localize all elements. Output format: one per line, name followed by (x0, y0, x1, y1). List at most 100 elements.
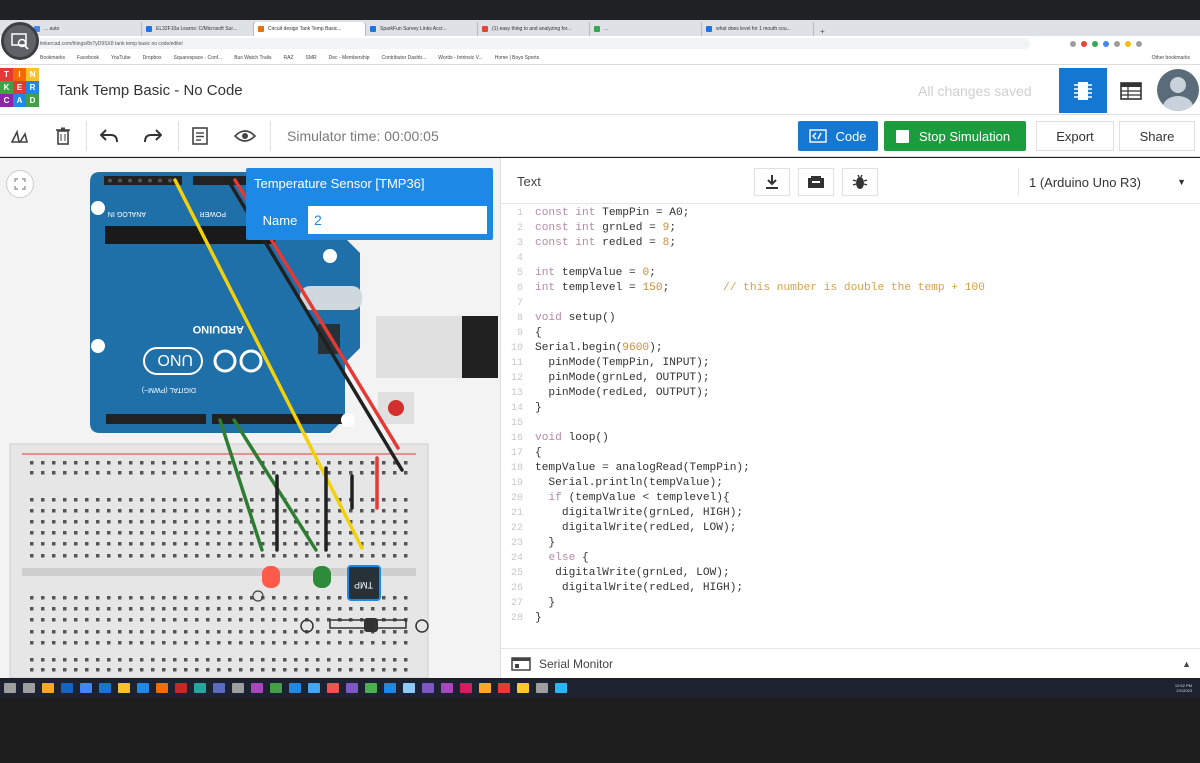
code-line[interactable]: 28} (501, 611, 1200, 626)
browser-tab[interactable]: (1) easy thing to and analyzing for... (478, 22, 590, 36)
bookmark-item[interactable]: SMR (306, 55, 317, 61)
debugger-bug-icon[interactable] (842, 168, 878, 196)
code-line[interactable]: 19 Serial.println(tempValue); (501, 476, 1200, 491)
code-line[interactable]: 4 (501, 251, 1200, 266)
taskbar-app-icon[interactable] (289, 683, 301, 693)
taskbar-app-icon[interactable] (80, 683, 92, 693)
taskbar-app-icon[interactable] (365, 683, 377, 693)
taskbar-app-icon[interactable] (536, 683, 548, 693)
taskbar-app-icon[interactable] (118, 683, 130, 693)
bookmark-item[interactable]: YouTube (111, 55, 131, 61)
bookmark-item[interactable]: Dec - Membership (329, 55, 370, 61)
code-line[interactable]: 24 else { (501, 551, 1200, 566)
bookmark-item[interactable]: Bookmarks (40, 55, 65, 61)
code-line[interactable]: 22 digitalWrite(redLed, LOW); (501, 521, 1200, 536)
taskbar-app-icon[interactable] (479, 683, 491, 693)
taskbar-app-icon[interactable] (346, 683, 358, 693)
browser-tab[interactable]: ... (590, 22, 702, 36)
browser-tab[interactable]: ... auto (30, 22, 142, 36)
taskbar-app-icon[interactable] (232, 683, 244, 693)
taskbar-app-icon[interactable] (23, 683, 35, 693)
code-editor[interactable]: 1 const int TempPin = A0; 2 const int grnLe… (501, 206, 1200, 646)
project-title[interactable]: Tank Temp Basic - No Code (57, 82, 243, 99)
code-line[interactable]: 27 } (501, 596, 1200, 611)
taskbar-app-icon[interactable] (4, 683, 16, 693)
code-line[interactable]: 12 pinMode(grnLed, OUTPUT); (501, 371, 1200, 386)
browser-tab[interactable]: Circuit design Tank Temp Basic... (254, 22, 366, 36)
browser-tab[interactable]: SparkFun Survey Links Accr... (366, 22, 478, 36)
bookmark-item[interactable]: Dropbox (143, 55, 162, 61)
name-field[interactable]: Name 2 (250, 204, 489, 236)
chevron-up-icon[interactable]: ▲ (1182, 659, 1191, 669)
export-button[interactable]: Export (1036, 121, 1114, 151)
undo-icon[interactable] (98, 125, 120, 147)
taskbar-app-icon[interactable] (213, 683, 225, 693)
taskbar-app-icon[interactable] (61, 683, 73, 693)
bookmark-item[interactable]: RAZ (284, 55, 294, 61)
code-line[interactable]: 9{ (501, 326, 1200, 341)
taskbar-app-icon[interactable] (156, 683, 168, 693)
screen-zoom-icon[interactable] (1, 22, 39, 60)
taskbar-app-icon[interactable] (194, 683, 206, 693)
bookmark-item[interactable]: Home | Boys Sports (495, 55, 539, 61)
code-button[interactable]: Code (798, 121, 878, 151)
taskbar-app-icon[interactable] (441, 683, 453, 693)
browser-tab[interactable]: EL32F10a Learns: C/Microsoft Sur... (142, 22, 254, 36)
code-line[interactable]: 25 digitalWrite(grnLed, LOW); (501, 566, 1200, 581)
code-line[interactable]: 13 pinMode(redLed, OUTPUT); (501, 386, 1200, 401)
taskbar-app-icon[interactable] (42, 683, 54, 693)
bookmark-item[interactable]: Bus Watch Trails (234, 55, 271, 61)
new-tab-button[interactable]: + (814, 27, 831, 36)
rotate-icon[interactable] (8, 125, 30, 147)
code-line[interactable]: 21 digitalWrite(grnLed, HIGH); (501, 506, 1200, 521)
bookmark-item[interactable]: Words - Intrinsic V... (438, 55, 482, 61)
delete-icon[interactable] (52, 125, 74, 147)
code-line[interactable]: 14} (501, 401, 1200, 416)
taskbar-app-icon[interactable] (251, 683, 263, 693)
taskbar-app-icon[interactable] (555, 683, 567, 693)
code-line[interactable]: 17 { (501, 446, 1200, 461)
bookmark-item[interactable]: Facebook (77, 55, 99, 61)
code-line[interactable]: 26 digitalWrite(redLed, HIGH); (501, 581, 1200, 596)
taskbar-app-icon[interactable] (517, 683, 529, 693)
code-line[interactable]: 16 void loop() (501, 431, 1200, 446)
code-line[interactable]: 8 void setup() (501, 311, 1200, 326)
taskbar-app-icon[interactable] (422, 683, 434, 693)
bookmark-item[interactable]: Contributor Dashb... (382, 55, 427, 61)
user-avatar[interactable] (1157, 69, 1199, 111)
taskbar-app-icon[interactable] (137, 683, 149, 693)
code-line[interactable]: 5 int tempValue = 0; (501, 266, 1200, 281)
code-line[interactable]: 23 } (501, 536, 1200, 551)
code-line[interactable]: 10 Serial.begin(9600); (501, 341, 1200, 356)
name-field-value[interactable]: 2 (314, 212, 322, 228)
taskbar-app-icon[interactable] (308, 683, 320, 693)
taskbar-app-icon[interactable] (99, 683, 111, 693)
system-clock[interactable]: 12:52 PM 2/1/2023 (1175, 683, 1192, 693)
taskbar-app-icon[interactable] (498, 683, 510, 693)
schematic-view-button[interactable] (1110, 68, 1152, 113)
code-line[interactable]: 20 if (tempValue < templevel){ (501, 491, 1200, 506)
circuit-canvas[interactable]: ANALOG IN POWER ARDUINO UNO DIGITAL (PWM… (0, 158, 500, 678)
taskbar-app-icon[interactable] (384, 683, 396, 693)
url-field[interactable]: tinkercad.com/things/8xTyD9SX8 tank temp… (30, 38, 1030, 49)
circuit-view-button[interactable] (1059, 68, 1107, 113)
code-line[interactable]: 2 const int grnLed = 9; (501, 221, 1200, 236)
stop-simulation-button[interactable]: Stop Simulation (884, 121, 1026, 151)
serial-monitor-bar[interactable]: Serial Monitor ▲ (501, 648, 1200, 678)
upload-to-device-icon[interactable] (798, 168, 834, 196)
code-line[interactable]: 18 tempValue = analogRead(TempPin); (501, 461, 1200, 476)
tinkercad-logo[interactable]: TINKERCAD (0, 68, 39, 107)
taskbar-app-icon[interactable] (270, 683, 282, 693)
taskbar-app-icon[interactable] (327, 683, 339, 693)
redo-icon[interactable] (142, 125, 164, 147)
taskbar-app-icon[interactable] (460, 683, 472, 693)
code-line[interactable]: 1 const int TempPin = A0; (501, 206, 1200, 221)
code-line[interactable]: 11 pinMode(TempPin, INPUT); (501, 356, 1200, 371)
code-mode-select[interactable]: Text (517, 174, 541, 189)
browser-tab[interactable]: what does level for 1 mouth cou... (702, 22, 814, 36)
code-line[interactable]: 15 (501, 416, 1200, 431)
download-icon[interactable] (754, 168, 790, 196)
other-bookmarks[interactable]: Other bookmarks (1152, 55, 1190, 61)
code-line[interactable]: 7 (501, 296, 1200, 311)
code-line[interactable]: 3 const int redLed = 8; (501, 236, 1200, 251)
